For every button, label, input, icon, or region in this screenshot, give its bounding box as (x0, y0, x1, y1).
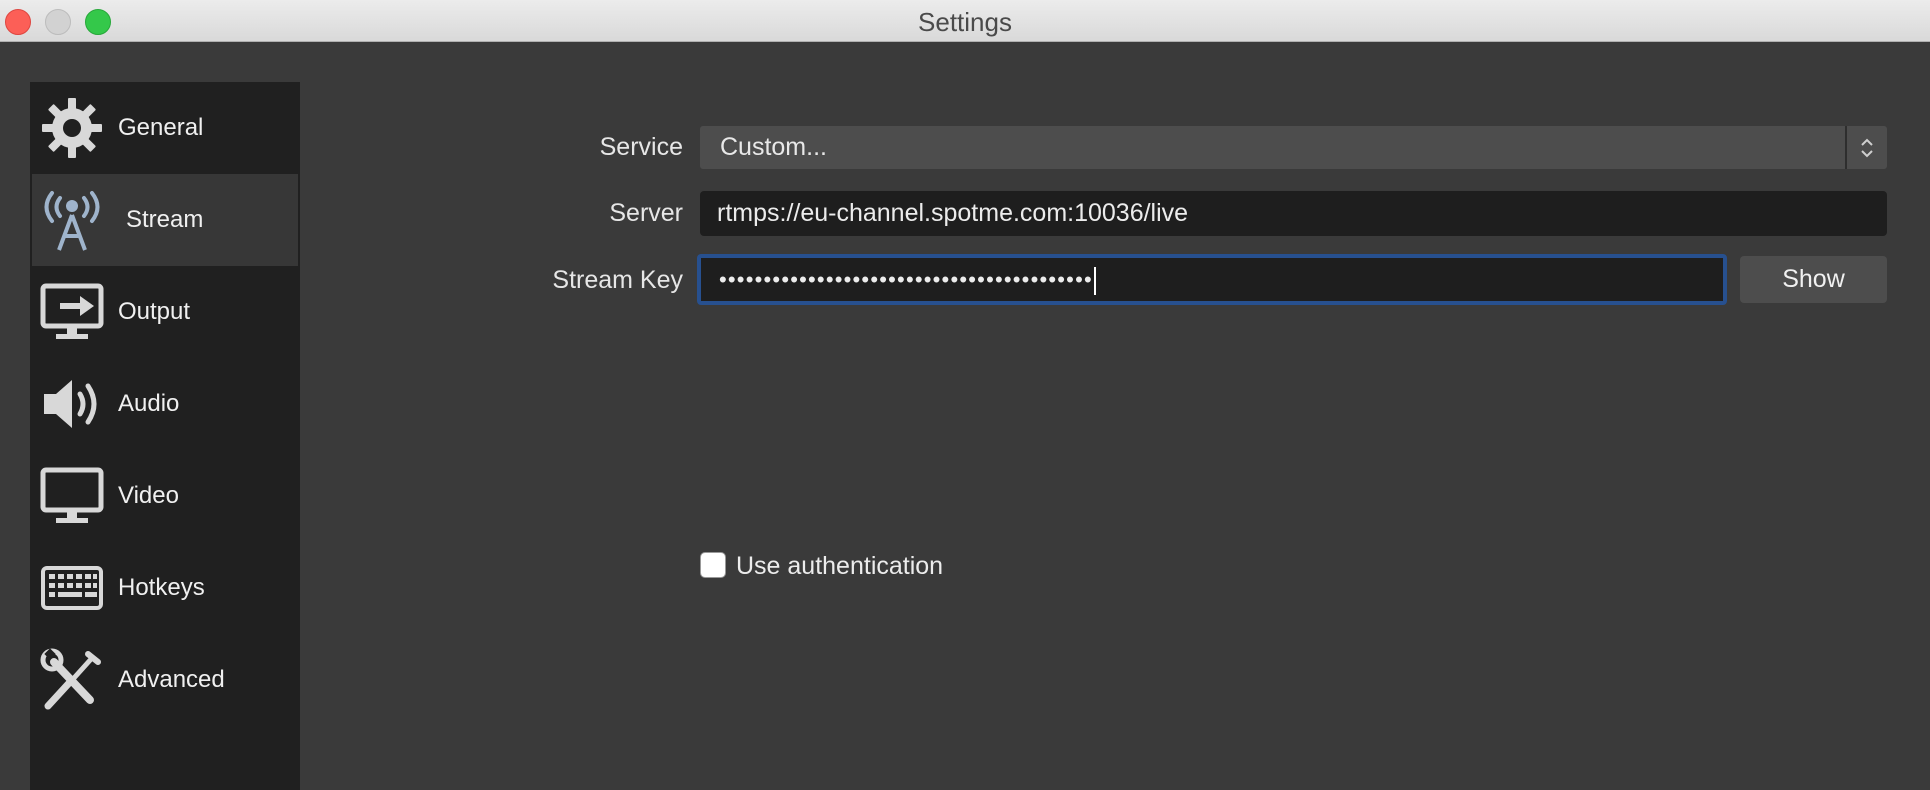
updown-chevron-icon[interactable] (1845, 126, 1887, 169)
gear-icon (40, 96, 104, 160)
server-input[interactable]: rtmps://eu-channel.spotme.com:10036/live (700, 191, 1887, 236)
sidebar-item-audio[interactable]: Audio (32, 358, 298, 450)
sidebar-item-label: Hotkeys (118, 574, 205, 601)
server-input-value: rtmps://eu-channel.spotme.com:10036/live (717, 199, 1189, 227)
sidebar-item-hotkeys[interactable]: Hotkeys (32, 542, 298, 634)
sidebar-item-label: Stream (126, 206, 204, 233)
window-title: Settings (918, 7, 1012, 37)
keyboard-icon (40, 556, 104, 620)
server-label: Server (609, 199, 683, 227)
wrench-screwdriver-icon (40, 648, 104, 712)
text-caret (1093, 267, 1096, 296)
sidebar-item-label: Audio (118, 390, 180, 417)
sidebar-item-label: Advanced (118, 666, 225, 693)
settings-sidebar: General Stream Output Audio Video Hotkey… (30, 82, 300, 790)
sidebar-item-stream[interactable]: Stream (32, 174, 298, 266)
sidebar-item-label: Video (118, 482, 179, 509)
sidebar-item-output[interactable]: Output (32, 266, 298, 358)
use-authentication-label[interactable]: Use authentication (736, 550, 943, 582)
broadcast-antenna-icon (40, 188, 104, 252)
title-bar: Settings (0, 0, 1930, 42)
sidebar-item-general[interactable]: General (32, 82, 298, 174)
sidebar-item-advanced[interactable]: Advanced (32, 634, 298, 726)
stream-key-input[interactable]: ••••••••••••••••••••••••••••••••••••••••… (697, 254, 1727, 305)
stream-key-dots: ••••••••••••••••••••••••••••••••••••••••… (719, 267, 1093, 292)
sidebar-item-label: General (118, 114, 204, 141)
monitor-output-icon (40, 280, 104, 344)
service-select[interactable]: Custom... (700, 126, 1887, 169)
service-label: Service (599, 133, 683, 161)
use-authentication-checkbox[interactable] (700, 552, 726, 578)
sidebar-item-label: Output (118, 298, 191, 325)
speaker-icon (40, 372, 104, 436)
sidebar-item-video[interactable]: Video (32, 450, 298, 542)
stream-key-label: Stream Key (552, 266, 683, 294)
display-icon (40, 464, 104, 528)
service-selected-value: Custom... (720, 133, 827, 161)
show-key-button[interactable]: Show (1740, 256, 1887, 303)
stream-key-masked-value: ••••••••••••••••••••••••••••••••••••••••… (719, 258, 1096, 301)
